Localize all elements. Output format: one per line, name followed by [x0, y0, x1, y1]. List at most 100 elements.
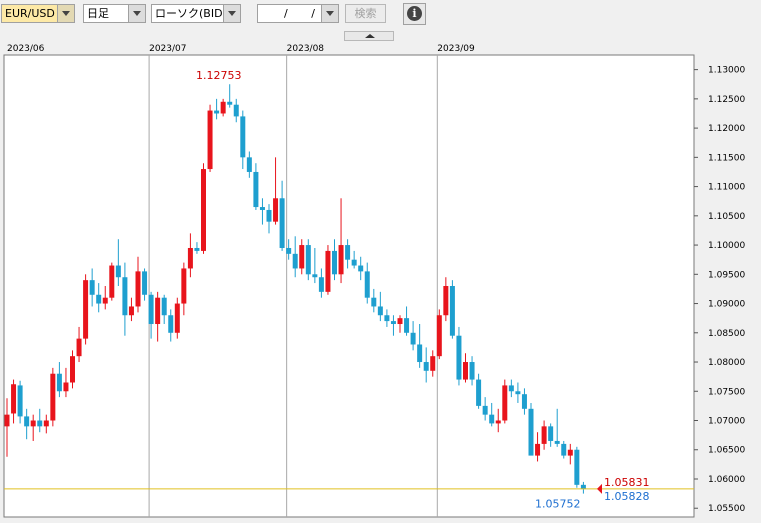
y-tick-label: 1.10000 [708, 241, 745, 251]
candle-body [449, 286, 455, 336]
low-price-label: 1.05752 [535, 497, 581, 510]
candle-body [161, 297, 167, 316]
candle-body [384, 315, 390, 322]
date-value: / / [284, 7, 325, 20]
candle-body [63, 382, 69, 392]
candle-body [96, 294, 102, 304]
y-tick-label: 1.09000 [708, 300, 745, 310]
candle-body [246, 157, 252, 172]
candle-body [515, 391, 521, 395]
y-tick-label: 1.08500 [708, 329, 745, 339]
candle-body [423, 362, 429, 371]
chart-type-select[interactable]: ローソク(BID) [151, 4, 241, 23]
candle-body [541, 426, 547, 444]
candle-body [187, 247, 193, 269]
candle-body [109, 265, 115, 298]
candle-body [148, 294, 154, 325]
candle-body [463, 362, 468, 380]
y-tick-label: 1.09500 [708, 270, 745, 280]
x-tick-label: 2023/07 [149, 44, 186, 54]
candle-body [371, 297, 377, 307]
chevron-down-icon[interactable] [223, 5, 240, 22]
candle-body [469, 362, 475, 380]
y-tick-label: 1.05500 [708, 504, 745, 514]
candle-body [273, 198, 279, 222]
candle-body [17, 385, 23, 417]
candle-body [155, 297, 161, 325]
x-tick-label: 2023/08 [287, 44, 325, 54]
calendar-dropdown-icon[interactable] [321, 5, 338, 22]
chevron-down-icon[interactable] [128, 5, 145, 22]
candle-body [194, 247, 200, 251]
candle-body [11, 384, 17, 414]
candle-body [43, 420, 49, 427]
candle-body [554, 440, 560, 444]
candle-body [168, 315, 174, 333]
candle-body [364, 271, 370, 298]
candle-body [351, 259, 357, 266]
candle-body [115, 265, 121, 278]
candle-body [430, 356, 436, 371]
candle-body [502, 385, 508, 421]
candle-body [174, 303, 180, 333]
candle-body [358, 265, 364, 272]
toolbar: EUR/USD 日足 ローソク(BID) / / 検索 i [0, 0, 761, 30]
candle-body [456, 335, 462, 380]
candle-body [338, 245, 344, 275]
currency-pair-value: EUR/USD [5, 7, 55, 20]
chart-type-value: ローソク(BID) [155, 7, 227, 20]
collapse-toolbar-button[interactable] [344, 31, 394, 41]
candle-body [201, 169, 206, 251]
candle-body [253, 171, 259, 208]
candle-body [535, 443, 541, 456]
y-tick-label: 1.11000 [708, 183, 745, 193]
x-tick-label: 2023/06 [7, 44, 45, 54]
info-icon: i [407, 6, 422, 21]
candle-body [259, 207, 265, 210]
y-tick-label: 1.13000 [708, 66, 745, 76]
candle-body [37, 420, 43, 427]
candle-body [279, 198, 285, 248]
candle-body [122, 277, 128, 316]
high-price-label: 1.12753 [196, 69, 242, 82]
y-tick-label: 1.07500 [708, 387, 745, 397]
candle-body [436, 315, 442, 357]
candle-body [397, 318, 403, 325]
y-tick-label: 1.08000 [708, 358, 745, 368]
candle-body [332, 250, 337, 275]
candle-body [76, 338, 82, 357]
candle-body [135, 271, 141, 307]
chevron-down-icon[interactable] [57, 5, 74, 22]
candle-body [325, 250, 331, 292]
candle-body [102, 297, 108, 304]
candle-body [56, 373, 62, 392]
candle-body [345, 245, 351, 260]
candle-body [266, 209, 272, 222]
candle-body [443, 286, 449, 316]
candle-body [233, 104, 239, 117]
candle-body [548, 426, 554, 441]
candle-body [292, 253, 298, 269]
candle-body [417, 344, 423, 363]
y-tick-label: 1.07000 [708, 417, 745, 427]
candle-body [214, 110, 220, 114]
date-input[interactable]: / / [257, 4, 339, 23]
candle-body [312, 274, 318, 278]
search-button[interactable]: 検索 [345, 4, 386, 23]
x-tick-label: 2023/09 [437, 44, 475, 54]
y-tick-label: 1.06500 [708, 446, 745, 456]
bid-price-label: 1.05831 [604, 476, 650, 489]
y-tick-label: 1.11500 [708, 153, 745, 163]
period-select[interactable]: 日足 [83, 4, 146, 23]
y-tick-label: 1.06000 [708, 475, 745, 485]
candlestick-chart[interactable]: 2023/06 2023/07 2023/08 2023/09 1.13000 1.12… [0, 41, 761, 523]
candle-body [318, 277, 324, 292]
period-value: 日足 [87, 7, 109, 20]
candle-body [70, 356, 75, 383]
currency-pair-select[interactable]: EUR/USD [1, 4, 75, 23]
candle-body [574, 449, 580, 485]
candle-body [377, 306, 383, 316]
candle-body [142, 271, 148, 295]
candle-body [561, 443, 567, 456]
info-button[interactable]: i [403, 3, 426, 25]
